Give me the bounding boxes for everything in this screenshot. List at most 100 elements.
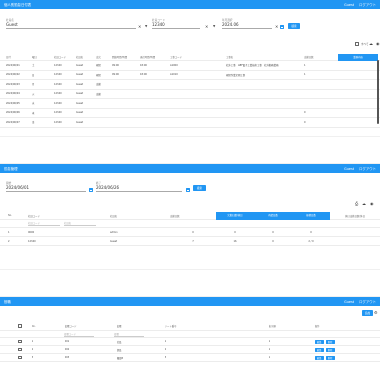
row-checkbox[interactable] (18, 355, 22, 360)
search-button[interactable]: 検索 (288, 23, 300, 29)
table-row[interactable]: 2024/06/03 月 12340 Guest 出勤 (0, 80, 380, 90)
cell-code: 12340 (54, 73, 62, 77)
end-date-field[interactable]: 終了 2024/06/26 (96, 181, 182, 192)
delete-button[interactable]: 削除 (325, 347, 335, 352)
delete-button[interactable]: 削除 (325, 355, 335, 360)
logout-link[interactable]: ログアウト (359, 2, 376, 7)
user-name: Guest (344, 299, 355, 304)
cell-site-name: 現場作業定期工事 (226, 73, 246, 77)
cell-code: 003 (64, 356, 70, 359)
cell-code: 12340 (54, 101, 62, 105)
summary-table: No. 社員コード 社員名 出勤日数 欠勤日数/休日 有給日数 振替日数 休日出… (0, 211, 380, 246)
edit-button[interactable]: 編集 (314, 347, 324, 352)
employee-name-value: Guest (6, 22, 18, 27)
col-weekday: 曜日 (32, 56, 37, 59)
gear-icon[interactable]: ⚙ (374, 310, 378, 315)
cell-name: Guest (76, 120, 84, 124)
col-code: 社員コード (28, 214, 40, 218)
cell-code: 12340 (28, 239, 36, 243)
row-checkbox[interactable] (18, 339, 22, 344)
cell-code: 12340 (54, 63, 62, 67)
logout-link[interactable]: ログアウト (359, 299, 376, 304)
cell-order: 1 (268, 340, 271, 343)
cloud-download-icon[interactable]: ☁ (369, 41, 373, 46)
clear-icon[interactable]: ✕ (275, 24, 278, 29)
edit-button[interactable]: 編集 (314, 355, 324, 360)
calendar-icon[interactable] (89, 188, 93, 192)
cell-date: 2024/06/06 (6, 111, 20, 115)
employee-name-field[interactable]: 社員名 Guest (6, 18, 136, 29)
filter-name-input[interactable]: 社員名 (64, 221, 96, 226)
cell-name: Guest (76, 111, 84, 115)
cell-site-code: A1000 (170, 63, 178, 67)
eye-icon[interactable]: ◉ (370, 201, 374, 206)
cell-code: 12340 (54, 111, 62, 115)
employee-code-field[interactable]: 社員コード 12340 (152, 18, 200, 29)
cell-sort: 1 (164, 340, 167, 343)
col-site-name: 工事名 (226, 56, 234, 59)
filter-code-input[interactable]: 社員コード (28, 221, 60, 226)
attendance-daily-panel: 個人別勤怠日付表 Guest ログアウト 社員名 Guest ✕ ▼ 社員コード… (0, 0, 380, 136)
calendar-icon[interactable] (186, 188, 190, 192)
col-no: No. (8, 214, 12, 217)
cell-start: 09:00 (112, 63, 119, 67)
clear-icon[interactable]: ✕ (138, 24, 141, 29)
cell-no: 2 (31, 348, 34, 351)
table-row[interactable]: 2024/06/05 水 12340 Guest (0, 99, 380, 109)
cell-end: 18:00 (140, 63, 147, 67)
col-end: 退社時間/時間 (140, 56, 156, 59)
cell-code: 002 (64, 348, 70, 351)
cell-name: Guest (76, 63, 84, 67)
cell-code: 12340 (54, 92, 62, 96)
table-header: 日付 曜日 社員コード 社員名 出欠 開始時間/時間 退社時間/時間 工事コード… (0, 53, 380, 61)
table-row[interactable]: 2024/06/02 日 12340 Guest 現場 09:00 18:00 … (0, 71, 380, 80)
col-name: 社員名 (110, 214, 118, 218)
employee-code-value: 12340 (152, 22, 165, 27)
col-transfer: 振替日数 (292, 211, 330, 220)
edit-button[interactable]: 編集 (314, 339, 324, 344)
table-row[interactable]: 3 003 課長B 3 1 編集 削除 (0, 354, 380, 362)
cell-site-name: 社外工事 ABF電子工業技術工事 社外勤務業務 (226, 64, 279, 68)
table-row[interactable]: 1 001 社長 1 1 編集 削除 (0, 338, 380, 346)
scrollbar[interactable] (377, 60, 379, 124)
col-code: 社員コード (54, 56, 66, 59)
table-row[interactable]: 2024/06/01 土 12340 Guest 現場 09:00 18:00 … (0, 61, 380, 71)
delete-button[interactable]: 削除 (325, 339, 335, 344)
select-all-checkbox[interactable] (18, 324, 22, 328)
table-row[interactable]: 2024/06/06 木 12340 Guest 0 (0, 109, 380, 118)
cell-weekday: 金 (32, 121, 35, 125)
cloud-download-icon[interactable]: ☁ (362, 201, 366, 206)
table-row[interactable]: 2 002 部長 2 1 編集 削除 (0, 346, 380, 354)
logout-link[interactable]: ログアウト (359, 166, 376, 171)
table-row[interactable]: 2024/06/07 金 12340 Guest 0 (0, 118, 380, 128)
table-row[interactable]: 2 12340 Guest 7 16 0 2 / 0 (0, 237, 380, 246)
start-date-field[interactable]: 開始 2024/06/01 (6, 181, 86, 192)
table-row[interactable]: 1 0000 admin 0 0 0 0 (0, 228, 380, 237)
app-bar: 勤怠管理 Guest ログアウト (0, 164, 380, 173)
print-icon[interactable]: ⎙ (355, 201, 358, 206)
col-days: 出勤日数 (304, 56, 314, 59)
cell-name: 部長 (116, 348, 122, 352)
search-button[interactable]: 検索 (193, 185, 206, 191)
clear-icon[interactable]: ✕ (205, 24, 208, 29)
cell-days: 1 (304, 73, 306, 77)
add-button[interactable]: 追加 (362, 310, 373, 316)
calendar-icon[interactable] (280, 25, 284, 29)
cell-site-code: A1010 (170, 73, 178, 77)
cell-days: 1 (304, 63, 306, 67)
chevron-down-icon[interactable]: ▼ (213, 24, 215, 28)
chevron-down-icon[interactable]: ▼ (145, 24, 147, 28)
table-row[interactable]: 2024/06/04 火 12340 Guest 出勤 (0, 90, 380, 99)
eye-icon[interactable]: ◉ (376, 41, 380, 46)
cell-code: 12340 (54, 82, 62, 86)
select-all-checkbox[interactable] (355, 42, 359, 46)
row-checkbox[interactable] (18, 347, 22, 352)
cell-order: 1 (268, 348, 271, 351)
cell-paid: 0 (272, 230, 274, 234)
month-field[interactable]: 年月選択 2024.06 (222, 18, 272, 29)
filter-code-input[interactable]: 役職コード (64, 332, 94, 337)
filter-name-input[interactable]: 役職 (114, 332, 144, 337)
cell-no: 3 (31, 356, 34, 359)
col-date: 日付 (6, 56, 11, 59)
cell-name: 社長 (116, 340, 122, 344)
